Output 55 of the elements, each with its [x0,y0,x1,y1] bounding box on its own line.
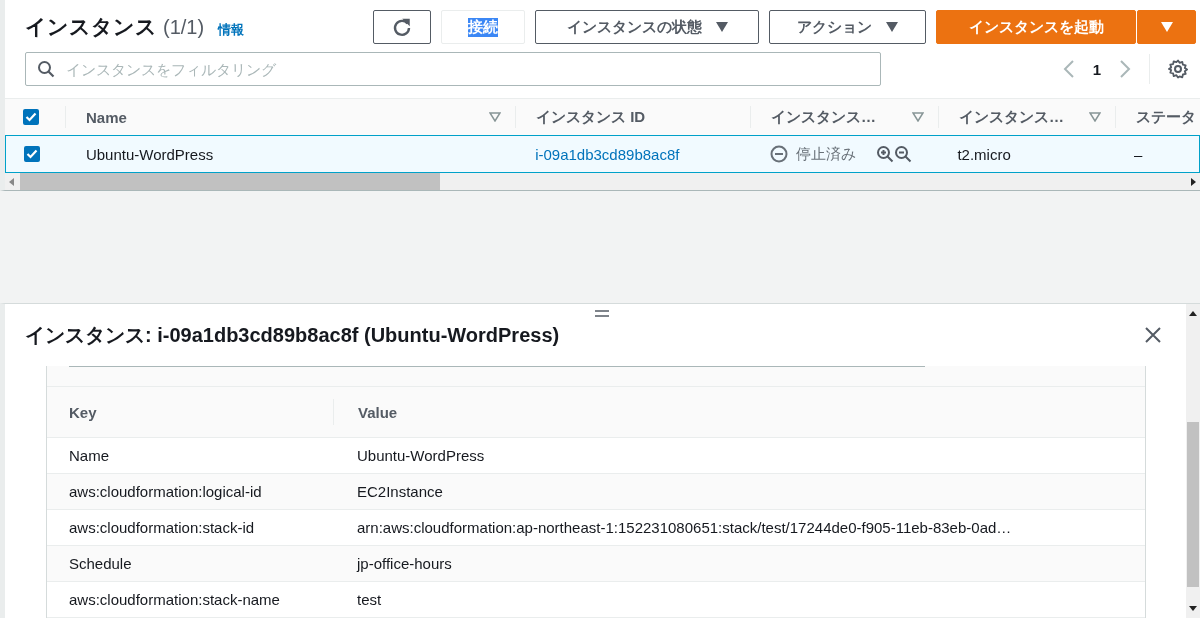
tag-value: test [357,591,382,608]
caret-icon [886,22,898,32]
page-number[interactable]: 1 [1092,60,1101,78]
drag-handle-icon[interactable] [595,310,609,318]
tag-key: aws:cloudformation:stack-name [69,591,280,608]
info-link[interactable]: 情報 [218,21,245,39]
table-cell: t2.micro [957,145,1011,163]
stopped-status-icon [769,145,788,163]
instance-state: 停止済み [795,144,856,164]
table-cell: – [1134,145,1143,163]
caret-icon [715,22,728,32]
tag-key: aws:cloudformation:stack-id [69,519,255,536]
column-header[interactable]: ステータ [1136,107,1196,127]
sort-icon[interactable] [489,112,501,122]
scroll-right-icon[interactable] [1189,176,1197,187]
close-icon[interactable] [1144,326,1162,344]
refresh-button[interactable] [373,10,431,44]
instance-count: (1/1) [163,16,205,39]
launch-options-button[interactable] [1137,10,1196,44]
table-row[interactable]: Ubuntu-WordPress i-09a1db3cd89b8ac8f 停止済み t2.micro – [5,135,1200,173]
tag-value: Ubuntu-WordPress [357,447,485,464]
scroll-left-icon[interactable] [8,176,16,187]
column-header[interactable]: インスタンス… [771,107,876,127]
tag-value: arn:aws:cloudformation:ap-northeast-1:152231080651:stack/test/17244de0-f905-11eb-83eb-0ad… [357,519,1012,536]
instance-id-link[interactable]: i-09a1db3cd89b8ac8f [535,145,680,163]
sort-icon[interactable] [1089,112,1101,122]
row-checkbox[interactable] [24,146,40,162]
column-header: Value [358,403,398,421]
horizontal-scrollbar[interactable] [5,173,1200,190]
column-header: Key [69,403,97,421]
page-title: インスタンス [25,14,157,40]
column-header[interactable]: Name [86,108,127,126]
caret-icon [1160,22,1173,32]
actions-dropdown[interactable]: アクション [769,10,926,44]
select-all-checkbox[interactable] [23,109,39,125]
table-cell: Ubuntu-WordPress [85,145,214,163]
zoom-out-icon[interactable] [893,145,912,163]
tag-key: Schedule [69,555,132,572]
refresh-icon [392,17,412,37]
connect-button[interactable]: 接続 [441,10,525,44]
column-header[interactable]: インスタンス… [959,107,1064,127]
sort-icon[interactable] [912,112,924,122]
vertical-scrollbar[interactable] [1186,304,1200,618]
tag-value: EC2Instance [357,483,443,500]
tag-key: Name [69,447,109,464]
filter-field[interactable]: インスタンスをフィルタリング [25,52,881,86]
scroll-down-icon[interactable] [1188,604,1198,612]
details-title: インスタンス: i-09a1db3cd89b8ac8f (Ubuntu-WordPress) [25,322,560,348]
column-header[interactable]: インスタンス ID [536,107,646,127]
instance-state-dropdown[interactable]: インスタンスの状態 [535,10,759,44]
settings-icon[interactable] [1168,59,1188,79]
scroll-up-icon[interactable] [1188,310,1198,318]
tag-key: aws:cloudformation:logical-id [69,483,262,500]
zoom-in-icon[interactable] [875,145,894,163]
tag-value: jp-office-hours [357,555,452,572]
